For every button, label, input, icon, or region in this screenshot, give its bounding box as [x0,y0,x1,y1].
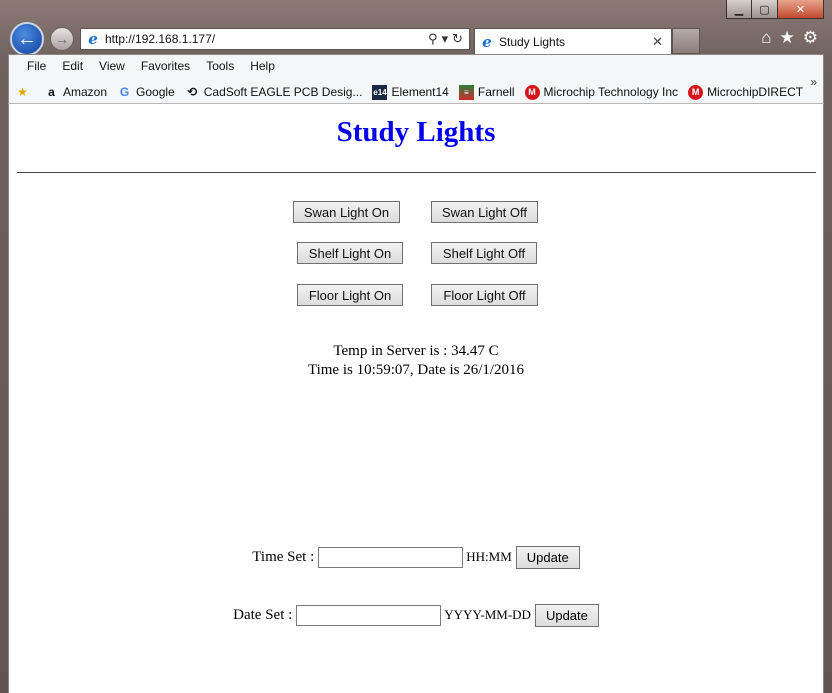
cadsoft-icon: ⟲ [187,85,198,99]
back-button[interactable]: ← [10,22,44,56]
close-tab-icon[interactable]: ✕ [652,34,671,50]
google-icon: G [119,85,130,99]
time-date-text: Time is 10:59:07, Date is 26/1/2016 [307,362,525,378]
add-favorite-button[interactable]: ★ [15,85,34,100]
favorites-overflow-icon[interactable]: » [810,75,817,89]
fav-farnell[interactable]: ≡ Farnell [458,84,515,100]
shelf-light-on-button[interactable]: Shelf Light On [297,242,403,264]
time-set-row: Time Set : HH:MM Update [9,545,823,569]
menu-favorites[interactable]: Favorites [133,58,198,74]
forward-arrow-icon: → [55,31,69,47]
tab-title: Study Lights [499,34,566,49]
date-input[interactable] [296,604,442,626]
window-caption-buttons: ▁ ▢ ✕ [726,0,824,19]
search-icon[interactable]: ⚲ [428,31,438,47]
fav-element14[interactable]: e14 Element14 [372,84,449,100]
page-title: Study Lights [336,116,496,148]
maximize-button[interactable]: ▢ [752,0,778,19]
home-icon[interactable]: ⌂ [761,28,771,48]
swan-light-off-button[interactable]: Swan Light Off [431,201,538,223]
address-url[interactable]: http://192.168.1.177/ [105,32,428,46]
divider [17,172,816,173]
menu-edit[interactable]: Edit [54,58,91,74]
favorites-star-icon[interactable]: ★ [780,28,795,48]
back-arrow-icon: ← [17,27,37,50]
swan-light-on-button[interactable]: Swan Light On [293,201,400,223]
floor-light-off-button[interactable]: Floor Light Off [431,284,538,306]
fav-google[interactable]: G Google [117,85,175,100]
temperature-text: Temp in Server is : 34.47 C [333,343,499,359]
fav-amazon[interactable]: a Amazon [44,85,107,100]
shelf-light-off-button[interactable]: Shelf Light Off [431,242,537,264]
favorites-add-star-icon: ★ [17,85,28,99]
tab-study-lights[interactable]: e Study Lights ✕ [474,28,672,54]
toolbar-area: File Edit View Favorites Tools Help ★ a … [8,54,824,104]
fav-microchip[interactable]: M Microchip Technology Inc [524,84,678,100]
element14-icon: e14 [372,84,388,100]
close-window-button[interactable]: ✕ [778,0,824,19]
menu-bar: File Edit View Favorites Tools Help [19,58,283,74]
time-input[interactable] [318,546,464,568]
floor-light-on-button[interactable]: Floor Light On [297,284,403,306]
new-tab-button[interactable] [672,28,700,54]
fav-microchipdirect[interactable]: M MicrochipDIRECT [688,84,803,100]
date-set-row: Date Set : YYYY-MM-DD Update [9,603,823,627]
favorites-bar: ★ a Amazon G Google ⟲ CadSoft EAGLE PCB … [15,81,813,103]
refresh-icon[interactable]: ↻ [452,31,463,47]
ie-icon: e [88,30,98,48]
gear-icon[interactable]: ⚙ [803,28,818,48]
date-set-label: Date Set : [233,606,293,623]
minimize-button[interactable]: ▁ [726,0,752,19]
time-set-label: Time Set : [252,548,315,565]
menu-view[interactable]: View [91,58,133,74]
tab-ie-icon: e [482,32,492,51]
dropdown-icon[interactable]: ▾ [442,31,449,47]
browser-window: ▁ ▢ ✕ ← → e http://192.168.1.177/ ⚲ ▾ ↻ … [0,0,832,693]
farnell-icon: ≡ [458,84,474,100]
microchip-direct-icon: M [688,84,704,100]
time-update-button[interactable]: Update [515,545,580,569]
forward-button[interactable]: → [50,27,74,51]
menu-tools[interactable]: Tools [198,58,242,74]
address-bar[interactable]: e http://192.168.1.177/ ⚲ ▾ ↻ [80,28,470,50]
page-content: Study Lights Swan Light On Swan Light Of… [8,104,824,693]
menu-help[interactable]: Help [242,58,283,74]
amazon-icon: a [48,85,55,99]
fav-cadsoft[interactable]: ⟲ CadSoft EAGLE PCB Desig... [185,85,362,100]
date-format-hint: YYYY-MM-DD [444,607,531,622]
time-format-hint: HH:MM [466,549,512,564]
menu-file[interactable]: File [19,58,54,74]
date-update-button[interactable]: Update [534,603,599,627]
microchip-icon: M [524,84,540,100]
